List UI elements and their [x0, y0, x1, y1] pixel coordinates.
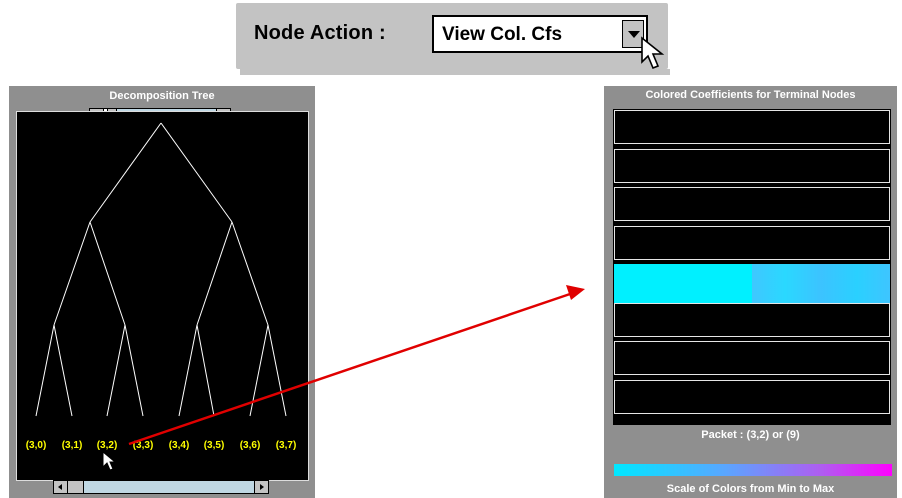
arrow-head	[566, 285, 585, 300]
arrow-line	[128, 291, 574, 446]
annotation-arrow	[128, 285, 585, 446]
mouse-pointer-icon	[102, 451, 117, 471]
